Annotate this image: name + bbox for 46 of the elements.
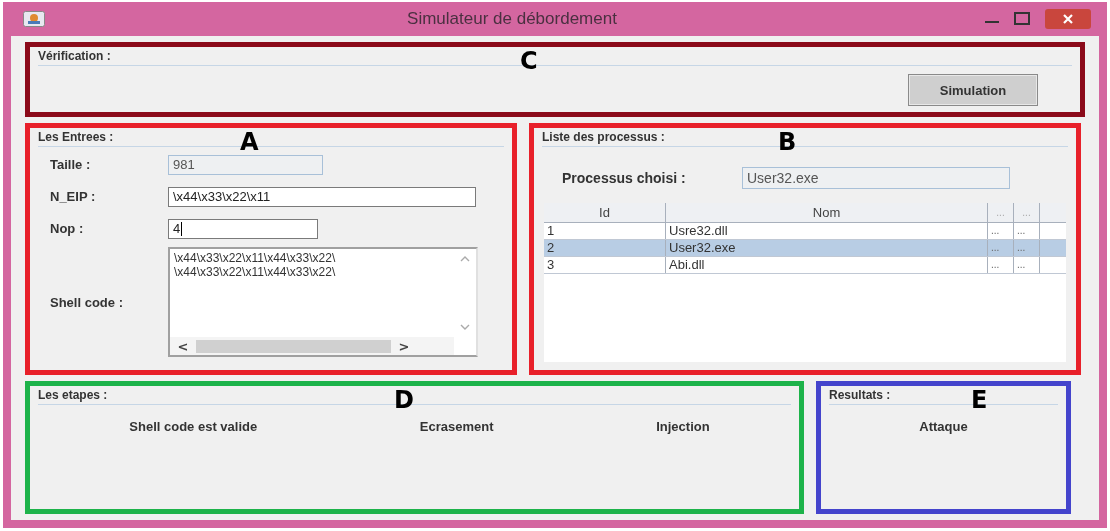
code-line: \x44\x33\x22\x11\x44\x33\x22\ [174, 251, 337, 265]
table-cell: Abi.dll [666, 257, 988, 273]
annotation-letter: A [240, 130, 259, 154]
field-label: Shell code : [49, 294, 124, 310]
shellcode-text-area[interactable]: \x44\x33\x22\x11\x44\x33\x22\ \x44\x33\x22\x11\x44\x33\x22\ < > [168, 247, 478, 357]
close-icon[interactable] [1045, 9, 1091, 29]
step-label: Ecrasement [419, 419, 494, 434]
chosen-process-field: User32.exe [742, 167, 1010, 189]
input-field[interactable]: 4 [168, 218, 318, 239]
annotation-letter: B [778, 130, 797, 154]
annotation-letter: C [520, 49, 538, 73]
field-label: Taille : [49, 157, 92, 172]
annotation-letter: E [971, 388, 988, 412]
step-label: Injection [656, 419, 710, 434]
scroll-down-icon[interactable] [460, 323, 470, 331]
scroll-up-icon[interactable] [460, 255, 470, 263]
result-label: Attaque [919, 419, 968, 434]
field-label: N_EIP : [49, 189, 97, 204]
table-cell: ... [1014, 240, 1040, 256]
field-label: Nop : [49, 221, 85, 236]
column-header[interactable]: Nom [666, 203, 988, 222]
column-header[interactable]: Id [544, 203, 666, 222]
table-cell: Usre32.dll [666, 223, 988, 239]
step-label: Shell code est valide [129, 419, 258, 434]
table-row[interactable]: 2 User32.exe ... ... [544, 240, 1066, 257]
table-cell: ... [988, 257, 1014, 273]
scroll-left-button[interactable]: < [176, 338, 190, 354]
table-cell: 2 [544, 240, 666, 256]
table-cell: ... [1014, 223, 1040, 239]
table-cell: ... [1014, 257, 1040, 273]
input-field[interactable]: \x44\x33\x22\x11 [168, 186, 476, 207]
table-cell: User32.exe [666, 240, 988, 256]
app-icon [23, 11, 45, 27]
table-cell: 3 [544, 257, 666, 273]
table-cell: ... [988, 240, 1014, 256]
window-title: Simulateur de débordement [406, 9, 618, 29]
size-field: 981 [168, 154, 323, 175]
simulation-button[interactable]: Simulation [908, 74, 1038, 106]
table-row[interactable]: 3 Abi.dll ... ... [544, 257, 1066, 274]
table-cell: ... [988, 223, 1014, 239]
scrollbar-thumb[interactable] [196, 339, 391, 353]
annotation-letter: D [394, 388, 414, 412]
scroll-right-button[interactable]: > [397, 338, 411, 354]
code-line: \x44\x33\x22\x11\x44\x33\x22\ [174, 265, 337, 279]
table-cell: 1 [544, 223, 666, 239]
field-label: Processus choisi : [561, 170, 687, 186]
